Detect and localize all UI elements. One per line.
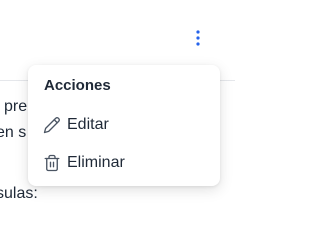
- trash-icon: [43, 154, 61, 172]
- background-text-line: sulas:: [0, 185, 38, 202]
- delete-menu-item[interactable]: Eliminar: [36, 148, 212, 178]
- kebab-vertical-icon: [196, 30, 200, 46]
- pencil-icon: [43, 116, 61, 134]
- more-actions-button[interactable]: [186, 26, 210, 50]
- edit-menu-item[interactable]: Editar: [36, 110, 212, 140]
- menu-title: Acciones: [44, 77, 111, 94]
- actions-dropdown-menu: Acciones Editar Eliminar: [28, 65, 220, 186]
- edit-menu-label: Editar: [67, 116, 109, 133]
- background-text-line: en s: [0, 124, 27, 141]
- background-text-line: l pre: [0, 98, 28, 115]
- delete-menu-label: Eliminar: [67, 154, 125, 171]
